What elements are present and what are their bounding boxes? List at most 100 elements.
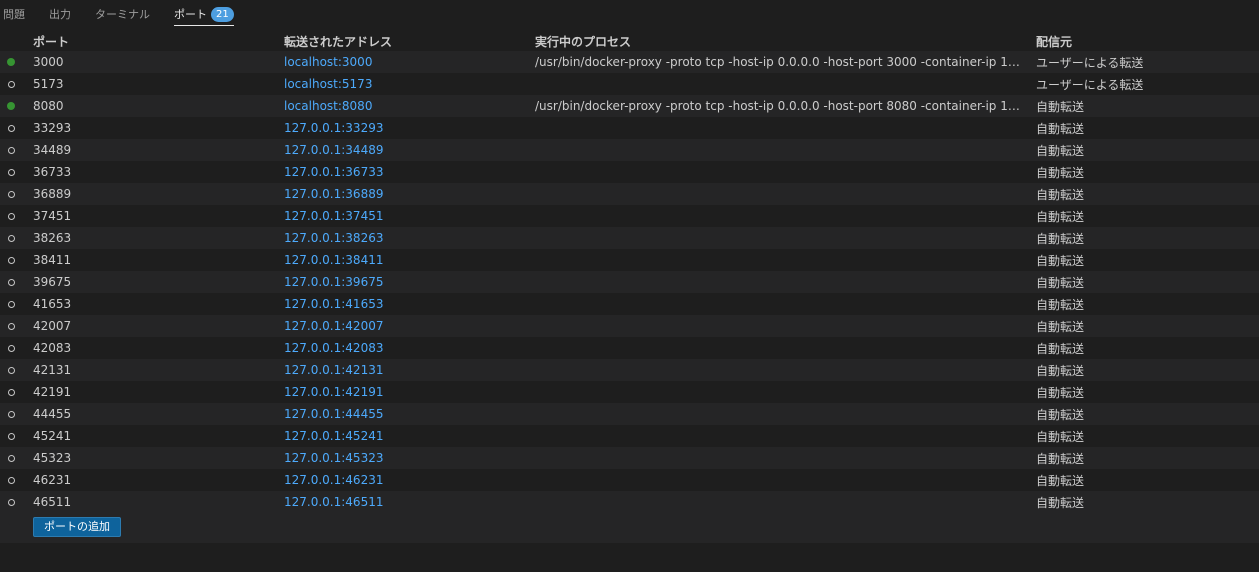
forwarded-address-link[interactable]: 127.0.0.1:42083 — [284, 341, 383, 355]
origin-cell: 自動転送 — [1036, 253, 1085, 268]
table-row[interactable]: 8080 localhost:8080/usr/bin/docker-proxy … — [0, 95, 1259, 117]
table-row[interactable]: 38263 127.0.0.1:38263 自動転送 — [0, 227, 1259, 249]
forwarded-address-link[interactable]: 127.0.0.1:34489 — [284, 143, 383, 157]
table-row[interactable]: 37451 127.0.0.1:37451 自動転送 — [0, 205, 1259, 227]
status-cell — [0, 58, 22, 66]
status-cell — [0, 234, 22, 242]
ports-count-badge: 21 — [211, 6, 234, 22]
status-cell — [0, 410, 22, 418]
origin-cell: 自動転送 — [1036, 319, 1085, 334]
port-inactive-icon — [7, 454, 15, 462]
port-cell[interactable]: 45323 — [33, 451, 71, 465]
port-cell[interactable]: 33293 — [33, 121, 71, 135]
forwarded-address-link[interactable]: 127.0.0.1:33293 — [284, 121, 383, 135]
origin-cell: 自動転送 — [1036, 495, 1085, 510]
forwarded-address-link[interactable]: 127.0.0.1:38411 — [284, 253, 383, 267]
forwarded-address-link[interactable]: 127.0.0.1:44455 — [284, 407, 383, 421]
table-footer: ポートの追加 — [0, 513, 1259, 543]
table-row[interactable]: 45241 127.0.0.1:45241 自動転送 — [0, 425, 1259, 447]
port-cell[interactable]: 45241 — [33, 429, 71, 443]
table-row[interactable]: 46231 127.0.0.1:46231 自動転送 — [0, 469, 1259, 491]
table-row[interactable]: 44455 127.0.0.1:44455 自動転送 — [0, 403, 1259, 425]
table-row[interactable]: 41653 127.0.0.1:41653 自動転送 — [0, 293, 1259, 315]
port-inactive-icon — [7, 388, 15, 396]
table-row[interactable]: 3000 localhost:3000/usr/bin/docker-proxy … — [0, 51, 1259, 73]
table-row[interactable]: 42131 127.0.0.1:42131 自動転送 — [0, 359, 1259, 381]
port-inactive-icon — [7, 410, 15, 418]
status-cell — [0, 278, 22, 286]
forwarded-address-link[interactable]: 127.0.0.1:42191 — [284, 385, 383, 399]
tab-ports[interactable]: ポート 21 — [174, 2, 234, 26]
forwarded-address-link[interactable]: 127.0.0.1:38263 — [284, 231, 383, 245]
port-cell[interactable]: 42191 — [33, 385, 71, 399]
tab-output[interactable]: 出力 — [49, 2, 71, 26]
forwarded-address-link[interactable]: 127.0.0.1:46511 — [284, 495, 383, 509]
origin-cell: 自動転送 — [1036, 209, 1085, 224]
table-row[interactable]: 42007 127.0.0.1:42007 自動転送 — [0, 315, 1259, 337]
table-row[interactable]: 42191 127.0.0.1:42191 自動転送 — [0, 381, 1259, 403]
port-cell[interactable]: 34489 — [33, 143, 71, 157]
column-header-address[interactable]: 転送されたアドレス — [284, 33, 392, 50]
port-cell[interactable]: 3000 — [33, 55, 64, 69]
port-inactive-icon — [7, 278, 15, 286]
port-cell[interactable]: 37451 — [33, 209, 71, 223]
forwarded-address-link[interactable]: 127.0.0.1:45323 — [284, 451, 383, 465]
port-cell[interactable]: 42083 — [33, 341, 71, 355]
column-header-process[interactable]: 実行中のプロセス — [535, 33, 1025, 50]
port-cell[interactable]: 38411 — [33, 253, 71, 267]
table-row[interactable]: 34489 127.0.0.1:34489 自動転送 — [0, 139, 1259, 161]
forwarded-address-link[interactable]: 127.0.0.1:36733 — [284, 165, 383, 179]
table-row[interactable]: 36733 127.0.0.1:36733 自動転送 — [0, 161, 1259, 183]
tab-terminal[interactable]: ターミナル — [95, 2, 150, 26]
column-header-origin[interactable]: 配信元 — [1036, 33, 1072, 50]
table-row[interactable]: 39675 127.0.0.1:39675 自動転送 — [0, 271, 1259, 293]
table-row[interactable]: 5173 localhost:5173 ユーザーによる転送 — [0, 73, 1259, 95]
port-cell[interactable]: 36733 — [33, 165, 71, 179]
table-row[interactable]: 33293 127.0.0.1:33293 自動転送 — [0, 117, 1259, 139]
port-cell[interactable]: 38263 — [33, 231, 71, 245]
origin-cell: 自動転送 — [1036, 341, 1085, 356]
running-process-cell: /usr/bin/docker-proxy -proto tcp -host-i… — [535, 55, 1025, 69]
port-cell[interactable]: 39675 — [33, 275, 71, 289]
forwarded-address-link[interactable]: 127.0.0.1:42007 — [284, 319, 383, 333]
port-cell[interactable]: 36889 — [33, 187, 71, 201]
running-process-cell: /usr/bin/docker-proxy -proto tcp -host-i… — [535, 99, 1025, 113]
status-cell — [0, 124, 22, 132]
column-header-port[interactable]: ポート — [33, 33, 69, 50]
table-row[interactable]: 38411 127.0.0.1:38411 自動転送 — [0, 249, 1259, 271]
port-cell[interactable]: 46231 — [33, 473, 71, 487]
forwarded-address-link[interactable]: localhost:5173 — [284, 77, 372, 91]
status-cell — [0, 344, 22, 352]
table-row[interactable]: 46511 127.0.0.1:46511 自動転送 — [0, 491, 1259, 513]
forwarded-address-link[interactable]: 127.0.0.1:37451 — [284, 209, 383, 223]
panel-tabs: 問題 出力 ターミナル ポート 21 — [0, 0, 1259, 28]
table-row[interactable]: 42083 127.0.0.1:42083 自動転送 — [0, 337, 1259, 359]
forwarded-address-link[interactable]: 127.0.0.1:36889 — [284, 187, 383, 201]
port-inactive-icon — [7, 366, 15, 374]
status-cell — [0, 476, 22, 484]
port-cell[interactable]: 8080 — [33, 99, 64, 113]
table-row[interactable]: 36889 127.0.0.1:36889 自動転送 — [0, 183, 1259, 205]
add-port-button[interactable]: ポートの追加 — [33, 517, 121, 537]
port-cell[interactable]: 44455 — [33, 407, 71, 421]
forwarded-address-link[interactable]: 127.0.0.1:45241 — [284, 429, 383, 443]
forwarded-address-link[interactable]: localhost:3000 — [284, 55, 372, 69]
table-row[interactable]: 45323 127.0.0.1:45323 自動転送 — [0, 447, 1259, 469]
origin-cell: 自動転送 — [1036, 121, 1085, 136]
port-cell[interactable]: 46511 — [33, 495, 71, 509]
port-cell[interactable]: 42131 — [33, 363, 71, 377]
origin-cell: 自動転送 — [1036, 143, 1085, 158]
forwarded-address-link[interactable]: 127.0.0.1:46231 — [284, 473, 383, 487]
port-cell[interactable]: 41653 — [33, 297, 71, 311]
origin-cell: 自動転送 — [1036, 407, 1085, 422]
tab-label: ポート — [174, 8, 207, 21]
forwarded-address-link[interactable]: localhost:8080 — [284, 99, 372, 113]
forwarded-address-link[interactable]: 127.0.0.1:41653 — [284, 297, 383, 311]
tab-problems[interactable]: 問題 — [3, 2, 25, 26]
port-cell[interactable]: 42007 — [33, 319, 71, 333]
tab-label: ターミナル — [95, 8, 150, 21]
origin-cell: 自動転送 — [1036, 473, 1085, 488]
forwarded-address-link[interactable]: 127.0.0.1:39675 — [284, 275, 383, 289]
forwarded-address-link[interactable]: 127.0.0.1:42131 — [284, 363, 383, 377]
port-cell[interactable]: 5173 — [33, 77, 64, 91]
